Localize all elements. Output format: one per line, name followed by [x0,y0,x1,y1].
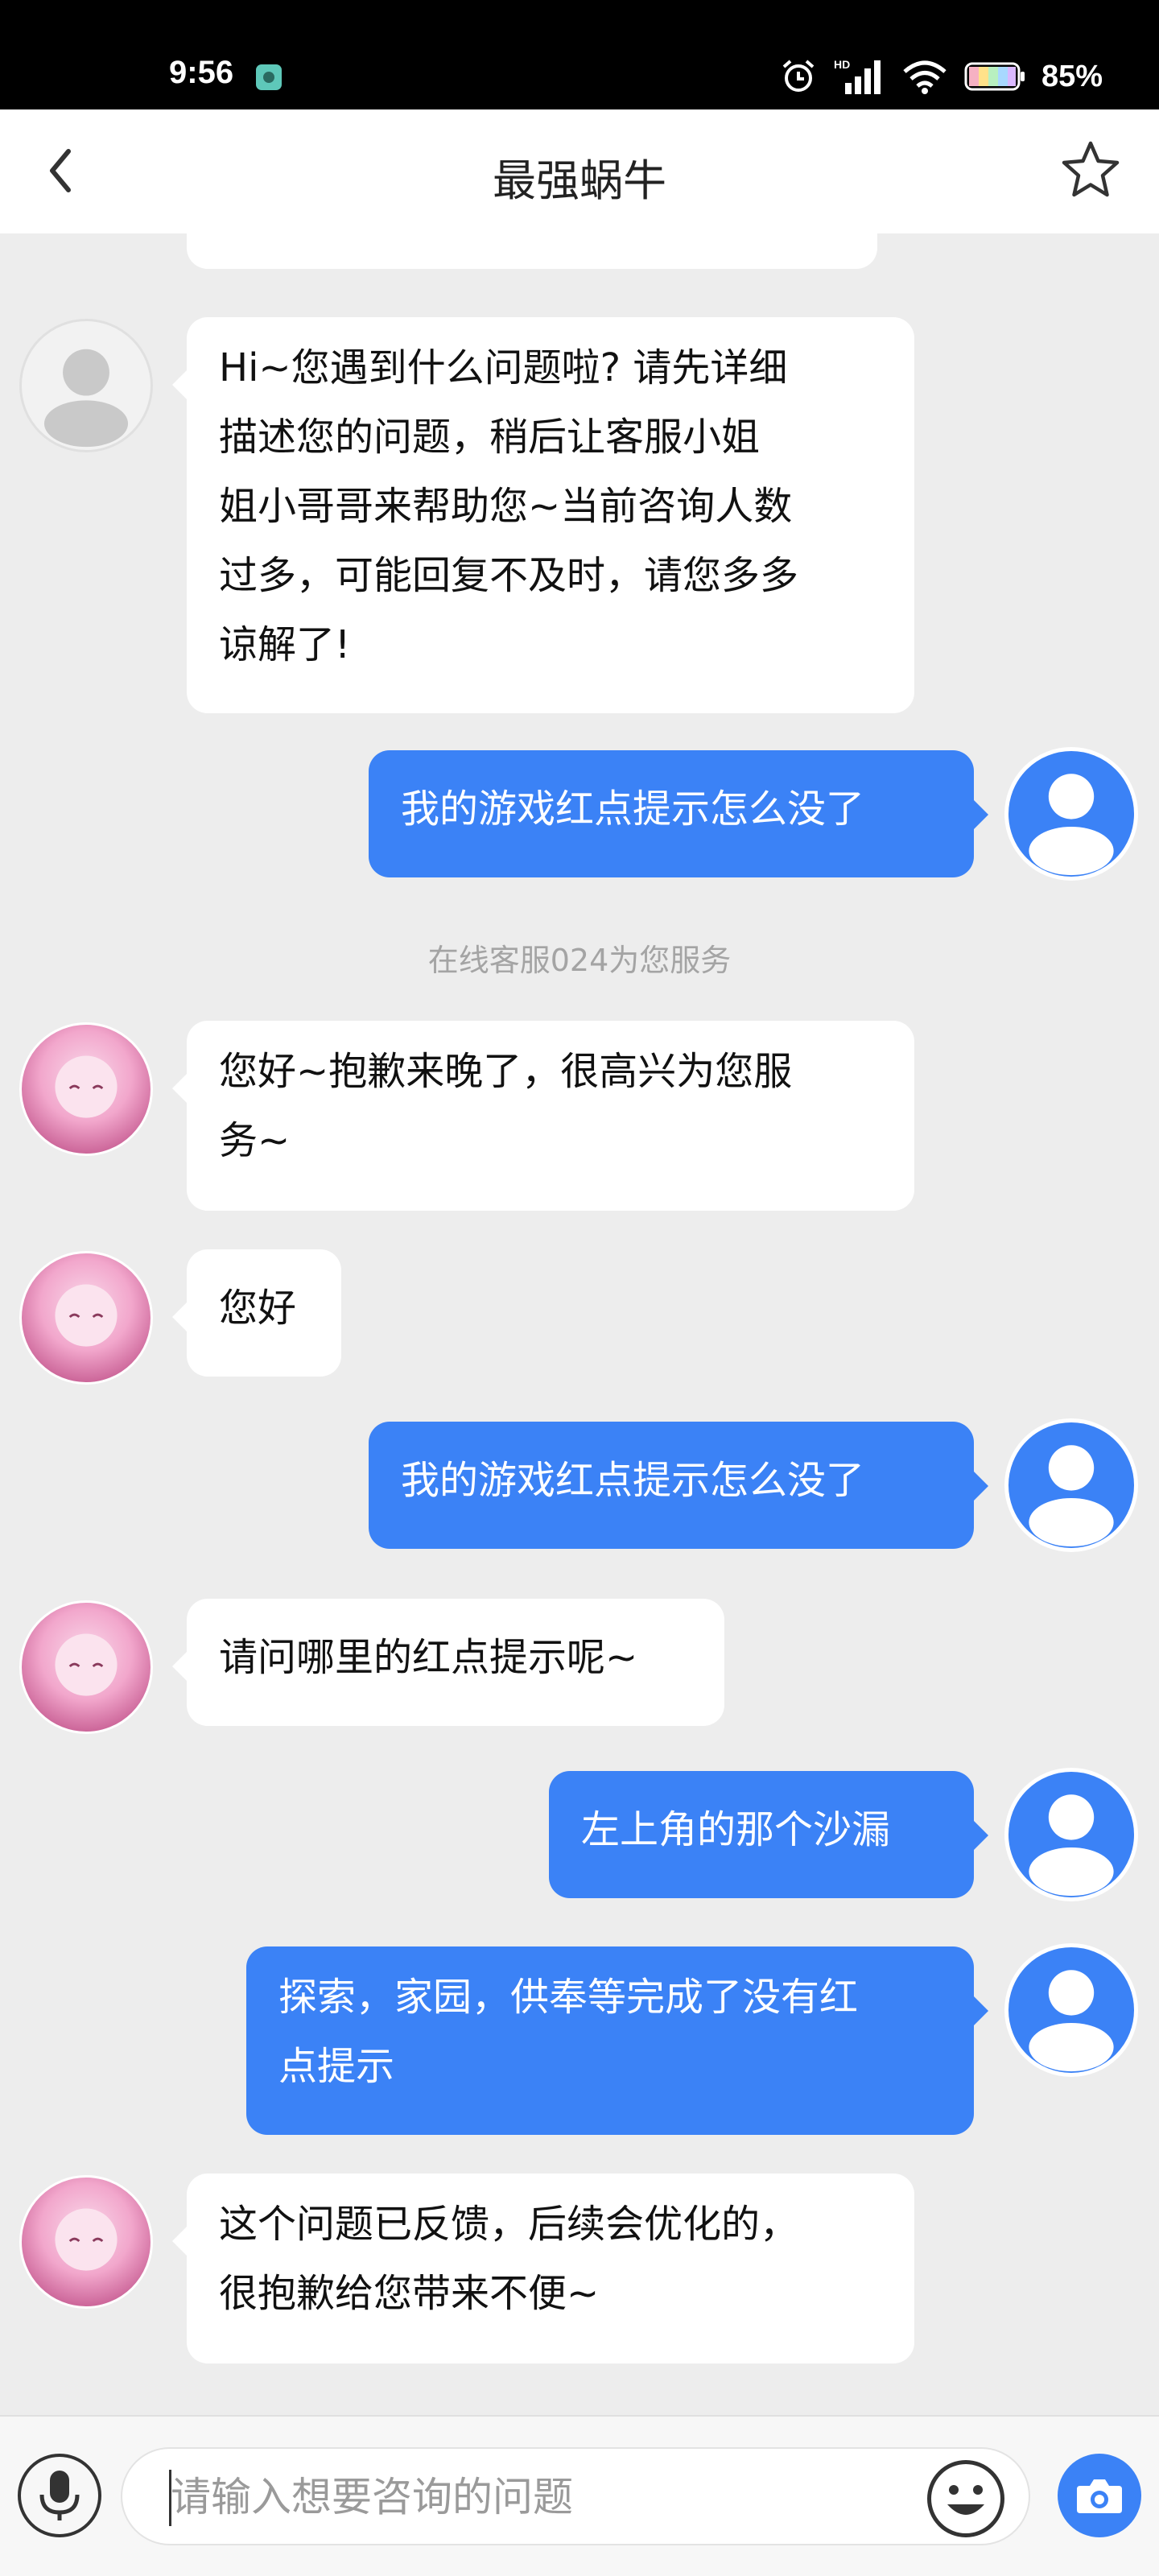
agent-avatar[interactable] [19,1022,153,1156]
message-bubble: 您好~抱歉来晚了，很高兴为您服 务~ [187,1021,914,1211]
person-icon [1029,1970,1114,2072]
message-bubble: Hi~您遇到什么问题啦? 请先详细 描述您的问题，稍后让客服小姐 姐小哥哥来帮助… [187,317,914,713]
message-text: 我的游戏红点提示怎么没了 [401,1458,865,1503]
question-input-field[interactable] [121,2447,1030,2545]
default-avatar[interactable] [19,319,153,452]
anime-avatar-icon [55,1633,118,1696]
bubble-tail [974,800,988,829]
agent-avatar[interactable] [19,2175,153,2309]
message-bubble: 左上角的那个沙漏 [549,1771,974,1898]
alarm-icon [782,60,815,92]
bubble-tail [974,1821,988,1850]
person-icon [1029,774,1114,876]
camera-icon[interactable] [1058,2454,1141,2537]
bubble-tail [974,1996,988,2025]
input-bar [0,2415,1159,2576]
message-bubble: 我的游戏红点提示怎么没了 [369,750,974,877]
agent-avatar[interactable] [19,1251,153,1385]
user-avatar[interactable] [1004,1943,1138,2077]
status-time: 9:56 [169,55,234,90]
user-avatar[interactable] [1004,747,1138,881]
chat-area[interactable]: Hi~您遇到什么问题啦? 请先详细 描述您的问题，稍后让客服小姐 姐小哥哥来帮助… [0,233,1159,2415]
svg-text:HD: HD [834,58,850,71]
chat-header: 最强蜗牛 [0,109,1159,233]
message-bubble-partial [187,233,877,269]
user-avatar[interactable] [1004,1418,1138,1552]
person-icon [1029,1445,1114,1547]
anime-avatar-icon [55,1055,118,1118]
question-input[interactable] [171,2467,863,2528]
message-bubble: 您好 [187,1249,341,1377]
anime-avatar-icon [55,1284,118,1347]
message-text: 您好 [219,1286,297,1331]
message-text: 很抱歉给您带来不便~ [219,2271,600,2316]
message-text: 谅解了! [219,622,351,667]
message-text: 左上角的那个沙漏 [581,1807,891,1852]
bubble-tail [172,370,187,399]
message-bubble: 这个问题已反馈，后续会优化的， 很抱歉给您带来不便~ [187,2174,914,2363]
message-text: 过多，可能回复不及时，请您多多 [219,553,799,598]
message-bubble: 请问哪里的红点提示呢~ [187,1599,724,1726]
message-text: 描述您的问题，稍后让客服小姐 [219,415,761,460]
battery-percent: 85% [1041,59,1103,93]
user-avatar[interactable] [1004,1768,1138,1901]
message-text: 探索，家园，供奉等完成了没有红 [278,1975,859,2020]
app-notification-icon [256,64,282,90]
message-text: 点提示 [278,2044,395,2089]
page-title: 最强蜗牛 [493,155,666,206]
message-text: 姐小哥哥来帮助您~当前咨询人数 [219,484,793,529]
message-text: 请问哪里的红点提示呢~ [219,1635,638,1680]
message-text: 我的游戏红点提示怎么没了 [401,786,865,832]
microphone-icon[interactable] [18,2454,101,2537]
person-icon [1029,1794,1114,1897]
battery-icon [964,62,1025,91]
agent-avatar[interactable] [19,1600,153,1734]
anime-avatar-icon [55,2208,118,2271]
message-text: 务~ [219,1118,291,1163]
message-bubble: 我的游戏红点提示怎么没了 [369,1422,974,1549]
emoji-icon[interactable] [927,2460,1004,2537]
message-text: Hi~您遇到什么问题啦? 请先详细 [219,345,788,390]
bubble-tail [172,2227,187,2256]
status-bar: 9:56 HD 85% [0,0,1159,109]
bubble-tail [974,1472,988,1501]
wifi-icon [903,60,947,94]
status-icons: HD 85% [779,56,1103,97]
message-text: 您好~抱歉来晚了，很高兴为您服 [219,1049,793,1094]
system-notice: 在线客服024为您服务 [427,943,732,978]
bubble-tail [172,1074,187,1103]
message-bubble: 探索，家园，供奉等完成了没有红 点提示 [246,1946,974,2135]
bubble-tail [172,1302,187,1331]
signal-icon: HD [834,58,881,94]
person-icon [43,349,129,448]
star-outline-icon[interactable] [1054,134,1127,206]
message-text: 这个问题已反馈，后续会优化的， [219,2202,799,2247]
bubble-tail [172,1652,187,1681]
